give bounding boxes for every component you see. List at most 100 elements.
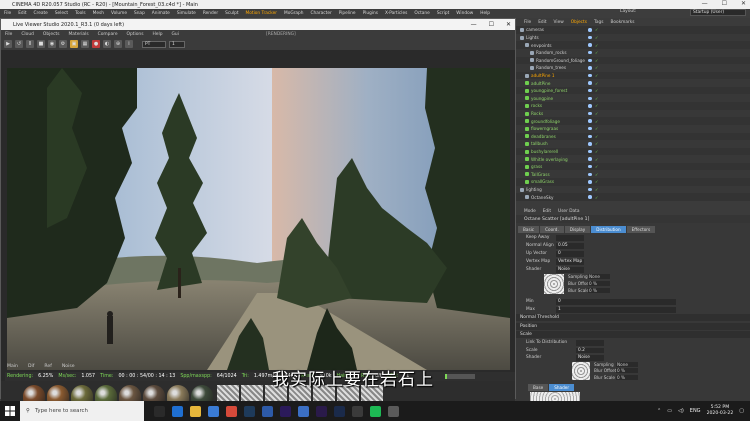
language-indicator[interactable]: ENG <box>690 408 701 414</box>
menu-select[interactable]: Select <box>55 11 68 16</box>
section-position[interactable]: Position <box>516 323 750 330</box>
om-menu-objects[interactable]: Objects <box>571 20 587 25</box>
menu-plugins[interactable]: Plugins <box>363 11 378 16</box>
property-field[interactable]: 0.05 <box>556 243 584 249</box>
menu-pipeline[interactable]: Pipeline <box>339 11 356 16</box>
property-field[interactable] <box>556 235 584 241</box>
enabled-check-icon[interactable]: ✓ <box>595 35 598 40</box>
network-icon[interactable]: ▭ <box>667 408 672 414</box>
visibility-dot-icon[interactable] <box>588 96 592 101</box>
premiere-icon[interactable] <box>280 405 291 417</box>
property-field[interactable]: 0.2 <box>576 347 604 353</box>
close-icon[interactable]: ✕ <box>506 21 511 28</box>
attr-tab-distribution[interactable]: Distribution <box>591 226 626 233</box>
media-encoder-icon[interactable] <box>334 405 345 417</box>
visibility-dot-icon[interactable] <box>588 43 592 47</box>
info-icon[interactable]: i <box>125 40 133 48</box>
property-field[interactable]: Vertex Map <box>556 259 584 265</box>
clay-mode-icon[interactable]: ● <box>92 40 100 48</box>
camera-icon[interactable]: ◉ <box>48 40 56 48</box>
visibility-dot-icon[interactable] <box>588 50 592 55</box>
menu-script[interactable]: Script <box>437 11 449 16</box>
after-effects-icon[interactable] <box>316 405 327 417</box>
visibility-dot-icon[interactable] <box>588 187 592 192</box>
attr-menu-mode[interactable]: Mode <box>524 209 536 214</box>
lv-menu-objects[interactable]: Objects <box>43 32 60 37</box>
cinema4d-icon[interactable] <box>262 405 273 417</box>
property-field[interactable]: 0 <box>556 299 676 305</box>
visibility-dot-icon[interactable] <box>588 126 592 131</box>
section-scale[interactable]: Scale <box>516 331 750 338</box>
attr-menu-user-data[interactable]: User Data <box>558 209 579 214</box>
visibility-dot-icon[interactable] <box>588 119 592 123</box>
render-view[interactable] <box>7 68 510 370</box>
lock-icon[interactable]: ▣ <box>70 40 78 48</box>
photos-icon[interactable] <box>298 405 309 417</box>
lv-menu-help[interactable]: Help <box>153 32 163 37</box>
notification-icon[interactable]: ▢ <box>739 408 744 414</box>
enabled-check-icon[interactable]: ✓ <box>595 27 598 32</box>
visibility-dot-icon[interactable] <box>588 88 592 93</box>
om-menu-tags[interactable]: Tags <box>594 20 604 25</box>
region-icon[interactable]: ▦ <box>81 40 89 48</box>
lv-menu-gui[interactable]: Gui <box>172 32 179 37</box>
menu-simulate[interactable]: Simulate <box>177 11 196 16</box>
enabled-check-icon[interactable]: ✓ <box>595 103 598 108</box>
chrome-icon[interactable] <box>226 405 237 417</box>
maximize-icon[interactable]: ☐ <box>489 21 494 28</box>
visibility-dot-icon[interactable] <box>588 142 592 146</box>
attr-menu-edit[interactable]: Edit <box>543 209 551 214</box>
menu-character[interactable]: Character <box>311 11 332 16</box>
menu-help[interactable]: Help <box>480 11 490 16</box>
enabled-check-icon[interactable]: ✓ <box>595 141 598 146</box>
menu-render[interactable]: Render <box>203 11 218 16</box>
app-icon[interactable] <box>388 405 399 417</box>
property-field[interactable]: 1 <box>556 307 676 313</box>
enabled-check-icon[interactable]: ✓ <box>595 43 598 48</box>
enabled-check-icon[interactable]: ✓ <box>595 50 598 55</box>
om-menu-edit[interactable]: Edit <box>538 20 546 25</box>
tab-main[interactable]: Main <box>7 364 18 372</box>
property-field[interactable] <box>576 340 604 346</box>
task-view-icon[interactable] <box>154 405 165 417</box>
enabled-check-icon[interactable]: ✓ <box>595 119 598 124</box>
settings-icon[interactable]: ⚙ <box>59 40 67 48</box>
object-row[interactable]: OctaneSky ✓ <box>516 193 750 201</box>
visibility-dot-icon[interactable] <box>588 157 592 161</box>
enabled-check-icon[interactable]: ✓ <box>595 195 598 200</box>
minimize-icon[interactable]: — <box>702 0 708 7</box>
clock[interactable]: 5:52 PM 2020-03-22 <box>707 405 734 417</box>
menu-tools[interactable]: Tools <box>75 11 86 16</box>
chevron-up-icon[interactable]: ⌃ <box>657 408 661 414</box>
attr-tab-coord[interactable]: Coord. <box>540 226 564 233</box>
start-button[interactable] <box>0 401 20 421</box>
menu-volume[interactable]: Volume <box>111 11 127 16</box>
taskbar-search-box[interactable]: ⚲ Type here to search <box>20 401 144 421</box>
shader-param-value[interactable]: None <box>616 361 638 367</box>
edge-icon[interactable] <box>172 405 183 417</box>
menu-x-particles[interactable]: X-Particles <box>385 11 407 16</box>
tab-noise[interactable]: Noise <box>62 364 75 372</box>
menu-motion-tracker[interactable]: Motion Tracker <box>246 11 277 16</box>
enabled-check-icon[interactable]: ✓ <box>595 149 598 154</box>
enabled-check-icon[interactable]: ✓ <box>595 111 598 116</box>
enabled-check-icon[interactable]: ✓ <box>595 164 598 169</box>
property-field[interactable]: Noise <box>556 267 584 273</box>
enabled-check-icon[interactable]: ✓ <box>595 126 598 131</box>
maximize-icon[interactable]: ☐ <box>722 0 727 7</box>
restart-icon[interactable]: ↺ <box>15 40 23 48</box>
store-icon[interactable] <box>208 405 219 417</box>
channel-number[interactable]: 1 <box>169 40 185 48</box>
om-menu-file[interactable]: File <box>524 20 531 25</box>
visibility-dot-icon[interactable] <box>588 28 592 32</box>
visibility-dot-icon[interactable] <box>588 111 592 116</box>
steam-icon[interactable] <box>244 405 255 417</box>
file-explorer-icon[interactable] <box>190 405 201 417</box>
layout-select[interactable]: Startup (User) <box>690 9 746 16</box>
tab-base[interactable]: Base <box>528 383 549 391</box>
pause-icon[interactable]: Ⅱ <box>26 40 34 48</box>
enabled-check-icon[interactable]: ✓ <box>595 73 598 78</box>
enabled-check-icon[interactable]: ✓ <box>595 65 598 70</box>
property-field[interactable]: Noise <box>576 355 604 361</box>
menu-mesh[interactable]: Mesh <box>93 11 104 16</box>
